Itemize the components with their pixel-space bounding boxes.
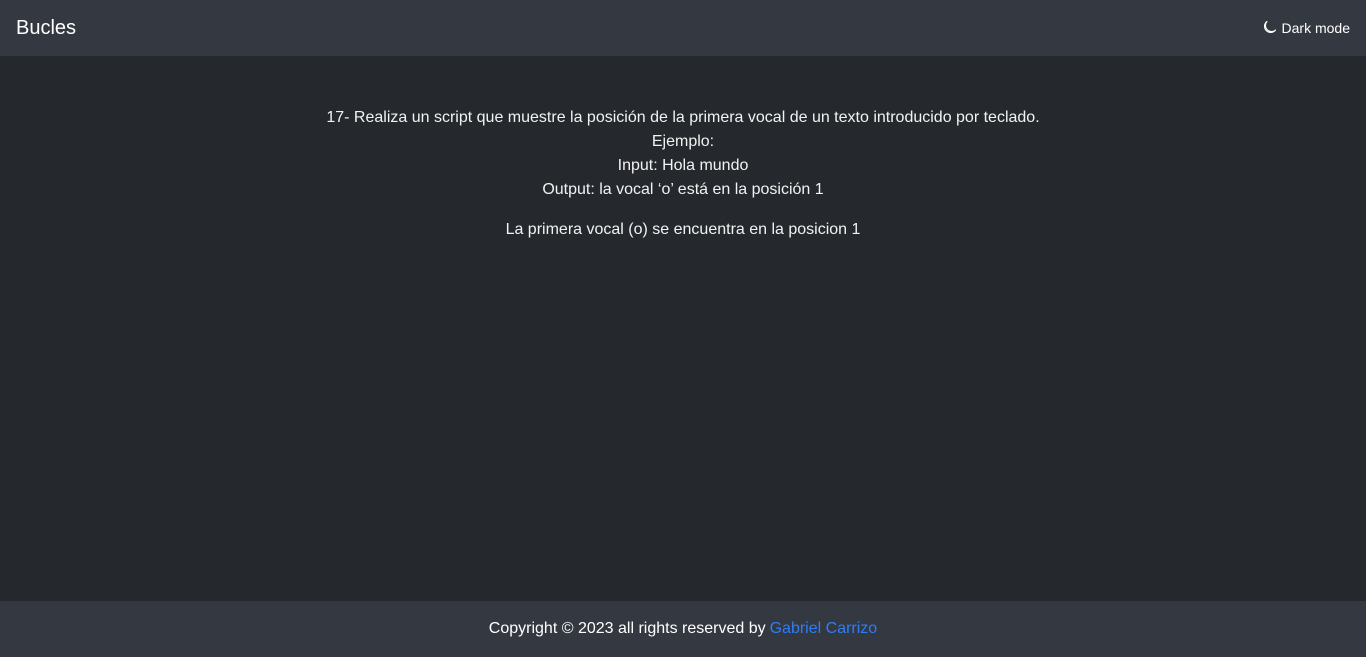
moon-icon <box>1262 21 1276 35</box>
example-label: Ejemplo: <box>651 133 715 150</box>
dark-mode-label: Dark mode <box>1281 20 1350 36</box>
result-text: La primera vocal (o) se encuentra en la … <box>505 221 861 238</box>
exercise-description: 17- Realiza un script que muestre la pos… <box>326 109 1040 126</box>
copyright-text: Copyright © 2023 all rights reserved by <box>488 620 766 637</box>
footer: Copyright © 2023 all rights reserved by … <box>0 601 1366 657</box>
author-link[interactable]: Gabriel Carrizo <box>770 620 878 638</box>
navbar: Bucles Dark mode <box>0 0 1366 56</box>
brand-link[interactable]: Bucles <box>16 17 76 40</box>
exercise-statement: 17- Realiza un script que muestre la pos… <box>0 106 1366 202</box>
example-output: Output: la vocal ‘o’ está en la posición… <box>542 181 824 198</box>
main-content: 17- Realiza un script que muestre la pos… <box>0 56 1366 601</box>
example-input: Input: Hola mundo <box>617 157 749 174</box>
dark-mode-toggle[interactable]: Dark mode <box>1262 20 1350 36</box>
